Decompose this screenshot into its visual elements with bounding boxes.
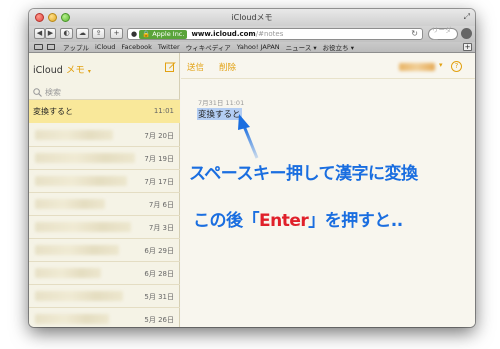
annotation-suffix: 」を押すと.. [308,211,403,231]
annotation-prefix: この後「 [193,211,260,231]
annotation-instruction: この後「Enter」を押すと.. [193,206,403,231]
arrow-head [238,114,250,130]
annotation-key: Enter [259,211,309,231]
annotation-caption: スペースキー押して漢字に変換 [189,164,418,184]
arrow-shaft [242,125,259,159]
